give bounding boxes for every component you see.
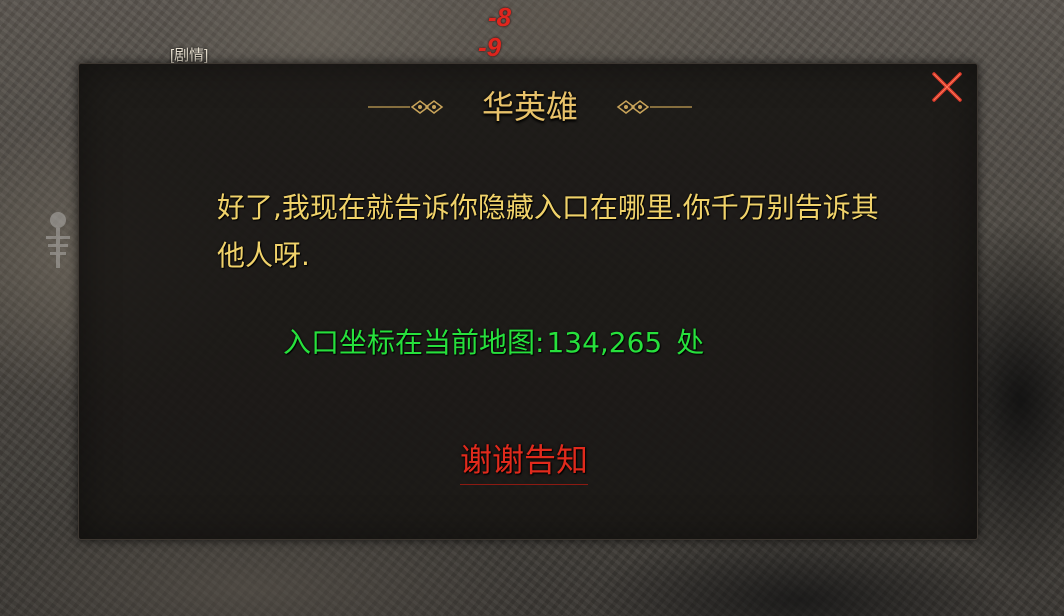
damage-number: -8 bbox=[488, 2, 512, 32]
coordinates-value: 134,265 bbox=[546, 326, 663, 359]
coordinates-suffix: 处 bbox=[676, 326, 705, 359]
dialog-message: 好了,我现在就告诉你隐藏入口在哪里.你千万别告诉其他人呀. bbox=[217, 191, 879, 272]
close-icon[interactable] bbox=[928, 68, 966, 106]
title-ornament-right-icon bbox=[616, 100, 692, 114]
plot-tag-label: [剧情] bbox=[170, 47, 209, 64]
thanks-button[interactable]: 谢谢告知 bbox=[460, 438, 589, 485]
damage-number: -9 bbox=[478, 32, 502, 62]
dialog-header: 华英雄 bbox=[368, 84, 692, 130]
coordinates-label: 入口坐标在当前地图: bbox=[283, 326, 545, 359]
skeleton-decoration-icon bbox=[46, 212, 70, 268]
entrance-coordinates: 入口坐标在当前地图:134,265 处 bbox=[283, 321, 704, 365]
